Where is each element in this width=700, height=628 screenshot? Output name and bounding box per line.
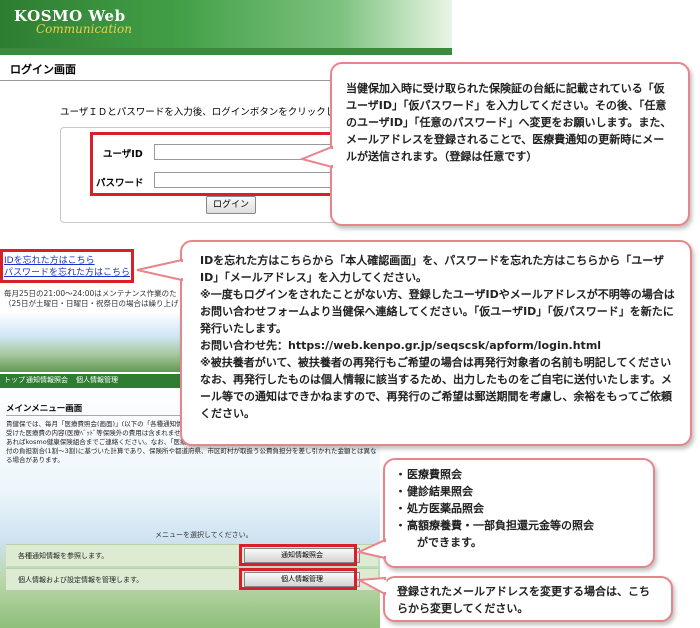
callout-forgot-line: なお、再発行したものは個人情報に該当するため、出力したものをご自宅に送付いたしま… bbox=[200, 373, 673, 420]
menu-row-label: 各種通知情報を参照します。 bbox=[18, 552, 109, 560]
menu-select-prompt: メニューを選択してください。 bbox=[155, 531, 253, 539]
callout-temp-id-text: 当健保加入時に受け取られた保険証の台紙に記載されている「仮ユーザID」「仮パスワ… bbox=[346, 82, 672, 163]
tab-personal[interactable]: 個人情報管理 bbox=[76, 375, 118, 385]
callout-temp-id: 当健保加入時に受け取られた保険証の台紙に記載されている「仮ユーザID」「仮パスワ… bbox=[330, 62, 690, 226]
menu-title: メインメニュー画面 bbox=[6, 404, 83, 414]
callout-personal-tail bbox=[357, 576, 387, 596]
notice-item: 処方医薬品照会 bbox=[395, 500, 641, 517]
maintenance-line: （25日が土曜日・日曜日・祝祭日の場合は繰り上げ bbox=[4, 299, 179, 308]
personal-button-highlight bbox=[239, 568, 357, 590]
callout-forgot-line: IDを忘れた方はこちらから「本人確認画面」を、パスワードを忘れた方はこちらから「… bbox=[200, 254, 665, 284]
tab-notice[interactable]: 通知情報照会 bbox=[26, 375, 68, 385]
brand-subtitle: Communication bbox=[36, 22, 132, 36]
callout-forgot-line: ※一度もログインをされたことがない方、登録したユーザIDやメールアドレスが不明等… bbox=[200, 288, 675, 335]
login-button[interactable]: ログイン bbox=[206, 196, 256, 214]
tab-top[interactable]: トップ bbox=[4, 375, 25, 385]
callout-forgot-line: お問い合わせ先：https://web.kenpo.gr.jp/seqscsk/… bbox=[200, 339, 602, 352]
callout-forgot-line: ※被扶養者がいて、被扶養者の再発行もご希望の場合は再発行対象者の名前も明記してく… bbox=[200, 356, 672, 369]
notice-item: 高額療養費・一部負担還元金等の照会 bbox=[395, 517, 641, 534]
notice-items-tail: ができます。 bbox=[417, 536, 482, 549]
callout-forgot: IDを忘れた方はこちらから「本人確認画面」を、パスワードを忘れた方はこちらから「… bbox=[180, 240, 692, 446]
callout-temp-id-tail bbox=[300, 145, 334, 169]
notice-items-list: 医療費照会 健診結果照会 処方医薬品照会 高額療養費・一部負担還元金等の照会 bbox=[395, 466, 641, 534]
callout-notice-tail bbox=[357, 538, 387, 560]
notice-button-highlight bbox=[239, 544, 357, 566]
notice-item: 健診結果照会 bbox=[395, 483, 641, 500]
callout-forgot-tail bbox=[136, 258, 183, 282]
page-title: ログイン画面 bbox=[10, 63, 76, 76]
callout-notice-items: 医療費照会 健診結果照会 処方医薬品照会 高額療養費・一部負担還元金等の照会 が… bbox=[383, 458, 655, 568]
callout-personal: 登録されたメールアドレスを変更する場合は、こちらから変更してください。 bbox=[383, 576, 673, 622]
maintenance-note: 毎月25日の21:00～24:00はメンテナンス作業のた （25日が土曜日・日曜… bbox=[4, 289, 179, 309]
callout-personal-text: 登録されたメールアドレスを変更する場合は、こちらから変更してください。 bbox=[397, 585, 650, 615]
login-instruction: ユーザＩＤとパスワードを入力後、ログインボタンをクリックして bbox=[60, 107, 345, 118]
forgot-links-highlight bbox=[0, 249, 134, 283]
notice-item: 医療費照会 bbox=[395, 466, 641, 483]
maintenance-line: 毎月25日の21:00～24:00はメンテナンス作業のた bbox=[4, 289, 177, 298]
app-header: KOSMO Web Communication bbox=[0, 0, 452, 48]
header-band bbox=[0, 48, 452, 55]
menu-row-label: 個人情報および設定情報を管理します。 bbox=[18, 576, 144, 584]
